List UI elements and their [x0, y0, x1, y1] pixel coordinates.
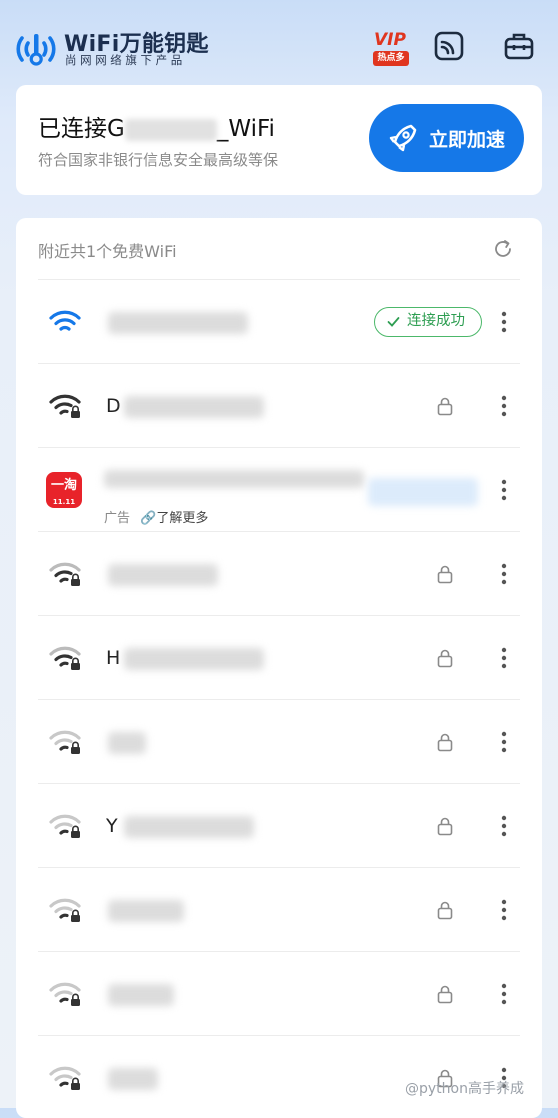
lock-icon: [437, 901, 453, 920]
app-tagline: 尚网网络旗下产品: [65, 53, 186, 67]
vip-label: VIP: [374, 30, 406, 50]
lock-icon: [437, 397, 453, 416]
ssid-blurred: [108, 564, 218, 586]
link-icon: 🔗: [140, 511, 157, 526]
connected-prefix: 已连接G: [38, 116, 125, 142]
app-header: WiFi万能钥匙 尚网网络旗下产品 VIP 热点多: [0, 0, 558, 82]
more-options-icon[interactable]: [495, 476, 513, 504]
lock-icon: [437, 733, 453, 752]
vip-tag: 热点多: [373, 51, 409, 66]
ssid-blurred: [108, 312, 248, 334]
learn-more-link[interactable]: 了解更多: [156, 511, 208, 526]
wifi-row[interactable]: [38, 1035, 520, 1118]
nearby-count: 附近共1个免费WiFi: [38, 242, 177, 261]
more-options-icon[interactable]: [495, 644, 513, 672]
rocket-icon: [389, 124, 417, 152]
lock-icon: [437, 565, 453, 584]
wifi-locked-weak-icon: [49, 982, 81, 1006]
scan-icon[interactable]: [433, 30, 465, 62]
wifi-row[interactable]: D: [38, 363, 520, 447]
speed-up-label: 立即加速: [429, 129, 506, 151]
ssid-blurred: [124, 648, 264, 670]
vip-badge[interactable]: VIP 热点多: [368, 28, 412, 68]
lock-icon: [437, 817, 453, 836]
ad-row[interactable]: 一淘 11.11 广告 🔗了解更多: [38, 447, 520, 531]
connection-card: 已连接G _WiFi 符合国家非银行信息安全最高级等保 立即加速: [16, 85, 542, 195]
lock-icon: [437, 985, 453, 1004]
more-options-icon[interactable]: [495, 980, 513, 1008]
ssid-blurred: [108, 900, 184, 922]
connected-ssid: 已连接G _WiFi: [38, 109, 275, 143]
ssid-visible: D: [106, 395, 121, 417]
speed-up-button[interactable]: 立即加速: [369, 104, 524, 172]
wifi-locked-strong-icon: [49, 394, 81, 418]
wifi-row[interactable]: [38, 699, 520, 783]
wifi-logo-icon: [16, 34, 56, 66]
ad-text-blurred: [104, 470, 364, 488]
wifi-row[interactable]: [38, 867, 520, 951]
wifi-locked-weak-icon: [49, 730, 81, 754]
wifi-locked-medium-icon: [49, 646, 81, 670]
wifi-signal-icon: [49, 310, 81, 331]
more-options-icon[interactable]: [495, 812, 513, 840]
ssid-blurred: [124, 396, 264, 418]
lock-icon: [437, 649, 453, 668]
wifi-locked-weak-icon: [49, 814, 81, 838]
more-options-icon[interactable]: [495, 308, 513, 336]
wifi-locked-weak-icon: [49, 1066, 81, 1090]
security-note: 符合国家非银行信息安全最高级等保: [38, 151, 279, 169]
ad-logo-text: 一淘: [50, 478, 77, 493]
more-options-icon[interactable]: [495, 896, 513, 924]
watermark: @python高手养成: [405, 1081, 524, 1097]
ssid-blurred: [124, 816, 254, 838]
wifi-row[interactable]: Y: [38, 783, 520, 867]
wifi-list-card: 附近共1个免费WiFi 连接成功 D 一淘 11.11 广告 🔗了解更多 H Y: [16, 218, 542, 1118]
ad-caption: 广告 🔗了解更多: [104, 507, 208, 526]
refresh-icon[interactable]: [492, 238, 514, 260]
more-options-icon[interactable]: [495, 560, 513, 588]
ad-logo-sub: 11.11: [52, 498, 76, 506]
connected-suffix: _WiFi: [216, 116, 275, 142]
blurred-ssid: [124, 118, 217, 141]
ssid-blurred: [108, 1068, 158, 1090]
ssid-blurred: [108, 984, 174, 1006]
wifi-row[interactable]: [38, 531, 520, 615]
wifi-row-connected[interactable]: 连接成功: [38, 279, 520, 363]
more-options-icon[interactable]: [495, 392, 513, 420]
wifi-locked-weak-icon: [49, 898, 81, 922]
ad-logo: 一淘 11.11: [46, 472, 82, 508]
ssid-visible: H: [106, 647, 121, 669]
wifi-locked-medium-icon: [49, 562, 81, 586]
ad-label: 广告: [104, 511, 131, 526]
toolbox-icon[interactable]: [503, 30, 535, 62]
status-label: 连接成功: [407, 313, 465, 329]
ssid-visible: Y: [106, 815, 118, 837]
wifi-row[interactable]: H: [38, 615, 520, 699]
ssid-blurred: [108, 732, 146, 754]
more-options-icon[interactable]: [495, 728, 513, 756]
check-icon: [387, 317, 400, 327]
ad-button-blurred[interactable]: [368, 478, 478, 506]
wifi-row[interactable]: [38, 951, 520, 1035]
connected-status-badge: 连接成功: [374, 307, 482, 337]
